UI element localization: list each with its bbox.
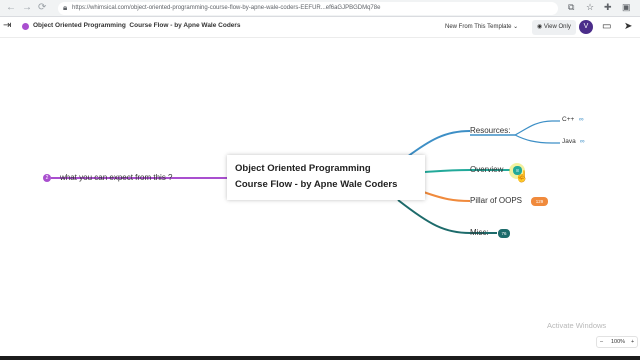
connector-cpp xyxy=(514,120,560,136)
central-topic-line1: Object Oriented Programming xyxy=(235,163,371,174)
hand-cursor-icon: ☝ xyxy=(515,171,529,183)
link-icon[interactable]: ∞ xyxy=(579,116,584,123)
node-what-you-can-expect[interactable]: what you can expect from this ? xyxy=(60,173,173,182)
node-number-badge: 2 xyxy=(43,174,51,182)
node-java[interactable]: Java xyxy=(562,138,576,145)
zoom-out-icon[interactable]: – xyxy=(600,337,603,347)
activate-windows-watermark: Activate Windows xyxy=(547,321,607,330)
node-pillar-of-oops[interactable]: Pillar of OOPS xyxy=(470,196,522,205)
pillars-count-badge[interactable]: 129 xyxy=(531,197,548,206)
node-overview[interactable]: Overview xyxy=(470,165,503,174)
misc-count-badge[interactable]: 76 xyxy=(498,229,510,238)
zoom-level: 100% xyxy=(611,339,626,345)
node-resources[interactable]: Resources: xyxy=(470,126,510,135)
link-icon[interactable]: ∞ xyxy=(580,138,585,145)
connector-resources xyxy=(406,130,471,158)
zoom-in-icon[interactable]: + xyxy=(631,337,634,347)
node-misc[interactable]: Misc: xyxy=(470,228,489,237)
zoom-control[interactable]: – 100% + xyxy=(596,336,638,348)
central-topic-line2: Course Flow - by Apne Wale Coders xyxy=(235,179,398,190)
central-topic[interactable]: Object Oriented Programming Course Flow … xyxy=(227,155,425,200)
central-topic-text: Object Oriented Programming Course Flow … xyxy=(235,161,397,193)
connector-pillars xyxy=(417,189,471,202)
node-cpp[interactable]: C++ xyxy=(562,116,574,123)
taskbar-strip xyxy=(0,356,640,360)
connector-java xyxy=(514,134,560,144)
